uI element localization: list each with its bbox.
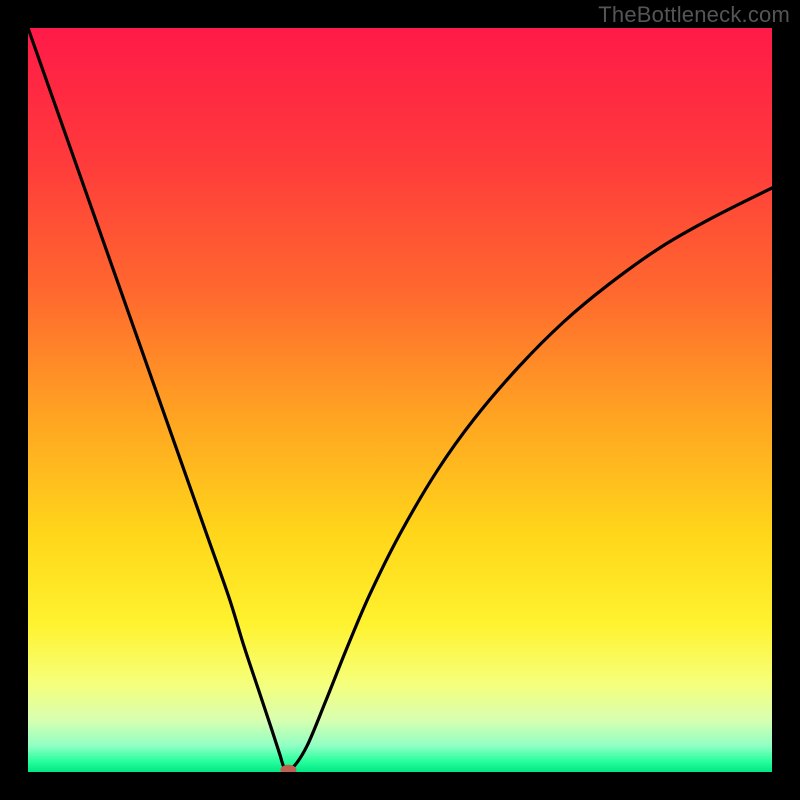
- gradient-background: [28, 28, 772, 772]
- chart-frame: TheBottleneck.com: [0, 0, 800, 800]
- plot-area: [28, 28, 772, 772]
- chart-svg: [28, 28, 772, 772]
- watermark-text: TheBottleneck.com: [598, 2, 790, 28]
